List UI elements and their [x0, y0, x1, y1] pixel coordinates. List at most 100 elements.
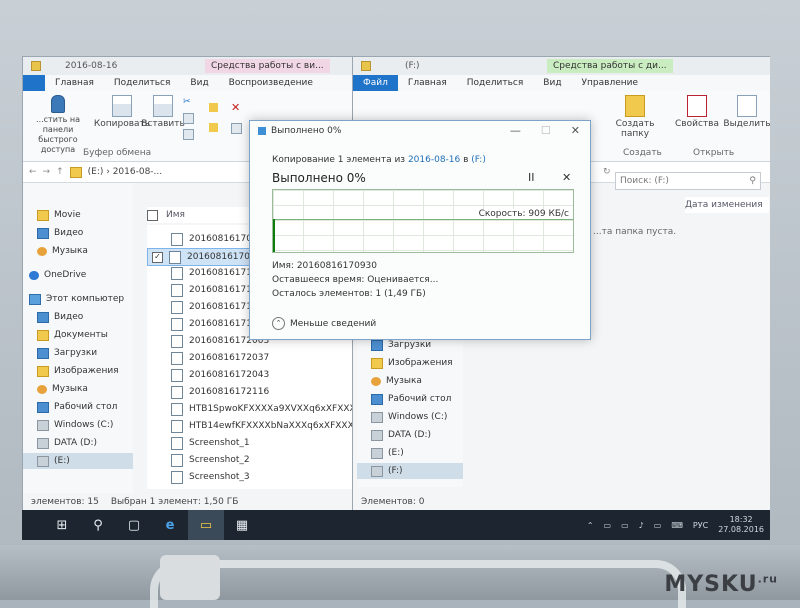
right-context-tab[interactable]: Средства работы с ди... — [547, 59, 673, 73]
nav-item-drive-c[interactable]: Windows (C:) — [23, 417, 113, 433]
nav-item-documents[interactable]: Документы — [23, 327, 108, 343]
file-row[interactable]: HTB14ewfKFXXXXbNaXXXq6xXFXXX9 — [147, 418, 353, 434]
properties-button[interactable]: Свойства — [675, 95, 719, 129]
nav-item-desktop[interactable]: Рабочий стол — [23, 399, 117, 415]
left-context-tab[interactable]: Средства работы с ви... — [205, 59, 330, 73]
right-tab-manage[interactable]: Управление — [572, 75, 648, 91]
close-icon[interactable]: ✕ — [571, 124, 580, 137]
progress-fill — [273, 219, 275, 252]
tray-volume-icon[interactable]: ♪ — [639, 521, 644, 530]
right-tab-share[interactable]: Поделиться — [457, 75, 534, 91]
source-folder-link[interactable]: 2016-08-16 — [408, 155, 460, 165]
row-checkbox[interactable]: ✓ — [152, 251, 163, 263]
drive-icon — [371, 429, 383, 441]
cancel-copy-button[interactable]: ✕ — [562, 171, 571, 184]
file-row[interactable]: 20160816172116 — [147, 384, 269, 400]
forward-arrow-icon[interactable]: → — [43, 167, 51, 177]
file-row[interactable]: Screenshot_2 — [147, 452, 250, 468]
new-folder-button[interactable]: Создать папку — [613, 95, 657, 139]
file-row[interactable]: Screenshot_1 — [147, 435, 250, 451]
back-arrow-icon[interactable]: ← — [29, 167, 37, 177]
right-tab-file[interactable]: Файл — [353, 75, 398, 91]
left-address-path: (E:) › 2016-08-... — [87, 167, 163, 177]
move-to-icon[interactable] — [209, 103, 218, 112]
rename-icon[interactable] — [231, 123, 242, 134]
copy-path-icon[interactable] — [183, 113, 194, 124]
nav-item-onedrive[interactable]: OneDrive — [23, 267, 86, 283]
clipboard-group-label: Буфер обмена — [83, 148, 152, 158]
refresh-icon[interactable]: ↻ — [603, 167, 611, 177]
usb-drive-icon — [371, 465, 383, 477]
file-row[interactable]: 20160816172037 — [147, 350, 269, 366]
select-all-checkbox[interactable] — [147, 209, 158, 221]
nav-item-drive-e[interactable]: (E:) — [23, 453, 133, 469]
less-details-button[interactable]: ⌃ Меньше сведений — [272, 317, 376, 330]
nav-label: Видео — [54, 312, 84, 322]
left-tab-home[interactable]: Главная — [45, 75, 104, 91]
nav-item-drive-c[interactable]: Windows (C:) — [357, 409, 447, 425]
tray-message-icon[interactable]: ▭ — [654, 521, 662, 530]
nav-item-video[interactable]: Видео — [23, 225, 83, 241]
right-tab-home[interactable]: Главная — [398, 75, 457, 91]
search-button[interactable]: ⚲ — [80, 510, 116, 540]
left-tab-playback[interactable]: Воспроизведение — [219, 75, 323, 91]
folder-icon — [37, 209, 49, 221]
edge-browser-icon[interactable]: e — [152, 510, 188, 540]
nav-item-downloads[interactable]: Загрузки — [23, 345, 97, 361]
pin-quick-access-button[interactable]: ...стить на панели быстрого доступа — [23, 95, 93, 155]
file-row[interactable]: HTB1SpwoKFXXXXa9XVXXq6xXFXXXC — [147, 401, 353, 417]
right-search-box[interactable]: Поиск: (F:) ⚲ — [615, 172, 761, 190]
search-icon: ⚲ — [749, 176, 756, 186]
left-tab-file[interactable] — [23, 75, 45, 91]
file-explorer-icon[interactable]: ▭ — [188, 510, 224, 540]
file-name: 20160816172043 — [189, 370, 270, 380]
nav-label: Рабочий стол — [54, 402, 118, 412]
right-column-header[interactable]: Дата изменения — [685, 197, 769, 213]
clock[interactable]: 18:32 27.08.2016 — [718, 515, 764, 535]
start-button[interactable]: ⊞ — [44, 510, 80, 540]
tray-network-icon[interactable]: ▭ — [621, 521, 629, 530]
tray-keyboard-icon[interactable]: ⌨ — [671, 521, 683, 530]
file-row[interactable]: Screenshot_3 — [147, 469, 250, 485]
language-indicator[interactable]: РУС — [693, 521, 708, 530]
copy-to-icon[interactable] — [209, 123, 218, 132]
up-arrow-icon[interactable]: ↑ — [56, 167, 64, 177]
task-view-button[interactable]: ▢ — [116, 510, 152, 540]
nav-item-desktop[interactable]: Рабочий стол — [357, 391, 451, 407]
destination-drive-link[interactable]: (F:) — [471, 155, 486, 165]
nav-item-pictures[interactable]: Изображения — [23, 363, 119, 379]
nav-item-drive-f[interactable]: (F:) — [357, 463, 463, 479]
minimize-icon[interactable]: — — [510, 124, 521, 137]
nav-item-this-pc[interactable]: Этот компьютер — [23, 291, 124, 307]
select-button[interactable]: Выделить — [723, 95, 770, 129]
cut-icon[interactable]: ✂ — [183, 97, 192, 107]
taskbar: ⊞ ⚲ ▢ e ▭ ▦ ⌃ ▭ ▭ ♪ ▭ ⌨ РУС 18:32 27.08.… — [22, 510, 770, 540]
downloads-folder-icon — [37, 347, 49, 359]
nav-item-pc-music[interactable]: Музыка — [23, 381, 88, 397]
nav-item-pc-video[interactable]: Видео — [23, 309, 83, 325]
nav-item-music[interactable]: Музыка — [23, 243, 88, 259]
delete-icon[interactable]: ✕ — [231, 101, 240, 114]
store-icon[interactable]: ▦ — [224, 510, 260, 540]
progress-heading: Выполнено 0% — [272, 171, 366, 185]
left-tab-share[interactable]: Поделиться — [104, 75, 181, 91]
nav-item-drive-d[interactable]: DATA (D:) — [23, 435, 97, 451]
file-row[interactable]: 20160816172043 — [147, 367, 269, 383]
folder-icon — [31, 61, 41, 71]
tray-battery-icon[interactable]: ▭ — [604, 521, 612, 530]
left-ribbon-tabs: Главная Поделиться Вид Воспроизведение — [23, 75, 353, 91]
right-tab-view[interactable]: Вид — [533, 75, 571, 91]
nav-item-pictures[interactable]: Изображения — [357, 355, 453, 371]
paste-shortcut-icon[interactable] — [183, 129, 194, 140]
left-tab-view[interactable]: Вид — [180, 75, 218, 91]
tray-overflow-icon[interactable]: ⌃ — [587, 521, 594, 530]
paste-button[interactable]: Вставить — [141, 95, 185, 129]
nav-item-drive-e[interactable]: (E:) — [357, 445, 404, 461]
nav-item-music[interactable]: Музыка — [357, 373, 422, 389]
maximize-icon[interactable]: ☐ — [541, 124, 551, 137]
nav-item-drive-d[interactable]: DATA (D:) — [357, 427, 431, 443]
nav-item-movie[interactable]: Movie — [23, 207, 81, 223]
copy-button[interactable]: Копировать — [94, 95, 150, 129]
pause-button[interactable]: II — [528, 171, 535, 184]
desktop-folder-icon — [37, 401, 49, 413]
